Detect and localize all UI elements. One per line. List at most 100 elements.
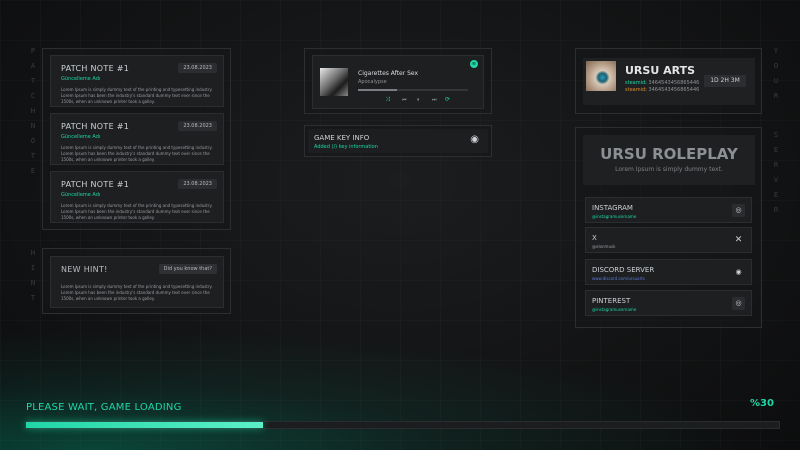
song-progress-track[interactable] [358, 89, 468, 91]
loading-progress-fill [26, 422, 263, 428]
side-letter: N [30, 122, 36, 130]
patch-note-card[interactable]: PATCH NOTE #1 Güncelleme Adı 23.08.2023 … [50, 55, 224, 107]
patch-note-author: Güncelleme Adı [61, 134, 101, 140]
side-label-patch-note: PATCHNOTE [28, 44, 38, 179]
side-letter: T [30, 77, 36, 85]
side-letter: V [773, 176, 779, 184]
side-letter: R [773, 92, 779, 100]
side-letter: H [30, 107, 36, 115]
patch-note-author: Güncelleme Adı [61, 192, 101, 198]
song-artist: Apocalypse [358, 79, 387, 85]
side-letter: R [773, 206, 779, 214]
playtime-badge: 1D 2H 3M [704, 75, 746, 87]
next-icon[interactable]: ⏭ [432, 97, 437, 103]
game-key-subtitle: Added (/) key information [314, 144, 378, 150]
instagram-icon: ◎ [732, 204, 745, 217]
pinterest-icon: ◎ [732, 297, 745, 310]
steam-id-label: steamid [625, 87, 646, 93]
patch-note-date: 23.08.2023 [178, 179, 217, 189]
steam-id-value: 3464543456865446 [648, 87, 700, 93]
side-letter: O [30, 137, 36, 145]
side-label-server: SERVER [771, 128, 781, 218]
profile-name: URSU ARTS [625, 64, 696, 77]
game-key-panel: GAME KEY INFO Added (/) key information … [304, 125, 492, 157]
shuffle-icon[interactable]: ⤨ [385, 96, 390, 104]
avatar [586, 61, 616, 91]
social-handle: www.discord.com/ursuarts [592, 276, 645, 281]
social-handle: @instagramusername [592, 214, 637, 219]
album-cover [320, 68, 348, 96]
previous-icon[interactable]: ⏮ [402, 97, 407, 103]
side-letter: T [30, 294, 36, 302]
steam-id-row: steamid: 3464543456865446 [625, 80, 700, 86]
side-letter: O [773, 62, 779, 70]
x-icon: ✕ [734, 235, 743, 245]
spotify-icon: ≋ [470, 60, 478, 68]
song-progress-fill [358, 89, 397, 91]
patch-note-author: Güncelleme Adı [61, 76, 101, 82]
profile-panel: URSU ARTS steamid: 3464543456865446 stea… [575, 48, 762, 114]
side-letter: I [30, 264, 36, 272]
social-link-x[interactable]: X @elonmusk ✕ [585, 227, 752, 253]
discord-icon: ◉ [735, 268, 742, 276]
patch-note-card[interactable]: PATCH NOTE #1 Güncelleme Adı 23.08.2023 … [50, 171, 224, 223]
patch-note-date: 23.08.2023 [178, 63, 217, 73]
hint-panel: NEW HINT! Did you know that? Lorem Ipsum… [42, 248, 231, 314]
eye-icon[interactable]: ◉ [470, 134, 479, 145]
music-panel: Cigarettes After Sex Apocalypse ≋ ⤨ ⏮ ⏸ … [304, 48, 492, 114]
game-key-title: GAME KEY INFO [314, 134, 370, 142]
loading-percent: %30 [750, 398, 774, 409]
patch-note-text: Lorem Ipsum is simply dummy text of the … [61, 203, 213, 220]
social-name: PINTEREST [592, 297, 631, 305]
profile-card: URSU ARTS steamid: 3464543456865446 stea… [583, 58, 755, 105]
background-glow [0, 320, 800, 450]
social-link-instagram[interactable]: INSTAGRAM @instagramusername ◎ [585, 197, 752, 223]
steam-id-row: steamid: 3464543456865446 [625, 87, 700, 93]
patch-note-text: Lorem Ipsum is simply dummy text of the … [61, 145, 213, 162]
side-label-hint: HINT [28, 246, 38, 306]
server-panel: URSU ROLEPLAY Lorem Ipsum is simply dumm… [575, 127, 762, 328]
side-letter: E [30, 167, 36, 175]
side-letter: U [773, 77, 779, 85]
side-letter: S [773, 131, 779, 139]
social-link-discord[interactable]: DISCORD SERVER www.discord.com/ursuarts … [585, 259, 752, 285]
side-letter: H [30, 249, 36, 257]
hint-button[interactable]: Did you know that? [158, 264, 217, 274]
patch-note-text: Lorem Ipsum is simply dummy text of the … [61, 87, 213, 104]
patch-note-title: PATCH NOTE #1 [61, 122, 130, 131]
side-letter: E [773, 191, 779, 199]
steam-id-value: 3464543456865446 [648, 80, 700, 86]
side-letter: P [30, 47, 36, 55]
social-handle: @instagramusername [592, 307, 637, 312]
side-letter: E [773, 146, 779, 154]
repeat-icon[interactable]: ⟳ [445, 96, 450, 103]
side-letter: R [773, 161, 779, 169]
patch-note-card[interactable]: PATCH NOTE #1 Güncelleme Adı 23.08.2023 … [50, 113, 224, 165]
server-name: URSU ROLEPLAY [600, 145, 738, 163]
side-letter: A [30, 62, 36, 70]
side-letter: C [30, 92, 36, 100]
social-name: INSTAGRAM [592, 204, 633, 212]
patch-note-title: PATCH NOTE #1 [61, 180, 130, 189]
hint-text: Lorem Ipsum is simply dummy text of the … [61, 284, 213, 301]
game-key-card[interactable]: GAME KEY INFO Added (/) key information … [308, 129, 488, 153]
patch-note-title: PATCH NOTE #1 [61, 64, 130, 73]
side-letter: Y [773, 47, 779, 55]
side-letter: N [30, 279, 36, 287]
social-handle: @elonmusk [592, 244, 616, 249]
social-name: DISCORD SERVER [592, 266, 655, 274]
social-link-pinterest[interactable]: PINTEREST @instagramusername ◎ [585, 290, 752, 316]
loading-label: PLEASE WAIT, GAME LOADING [26, 402, 182, 413]
side-label-your: YOUR [771, 44, 781, 104]
hint-card: NEW HINT! Did you know that? Lorem Ipsum… [50, 256, 224, 308]
patch-note-date: 23.08.2023 [178, 121, 217, 131]
server-header: URSU ROLEPLAY Lorem Ipsum is simply dumm… [583, 135, 755, 185]
music-player: Cigarettes After Sex Apocalypse ≋ ⤨ ⏮ ⏸ … [312, 55, 484, 109]
pause-icon[interactable]: ⏸ [417, 97, 420, 103]
steam-id-label: steamid [625, 80, 646, 86]
server-tagline: Lorem Ipsum is simply dummy text. [615, 166, 723, 173]
loading-progress-track [25, 421, 780, 429]
hint-title: NEW HINT! [61, 265, 108, 274]
song-title: Cigarettes After Sex [358, 70, 419, 77]
side-letter: T [30, 152, 36, 160]
